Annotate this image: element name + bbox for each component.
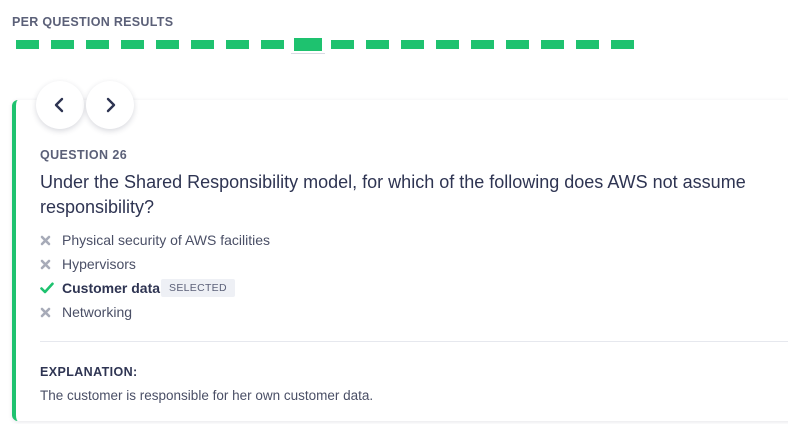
progress-segment-current[interactable] [291,38,325,54]
progress-segment[interactable] [86,40,109,49]
progress-segment[interactable] [226,40,249,49]
progress-segment[interactable] [471,40,494,49]
explanation-label: EXPLANATION: [40,365,138,379]
progress-segment[interactable] [156,40,179,49]
answer-label: Networking [62,304,133,320]
chevron-right-icon [106,97,116,113]
answer-option: Customer data SELECTED [40,276,270,300]
progress-segment[interactable] [191,40,214,49]
answer-label: Physical security of AWS facilities [62,232,270,248]
progress-segment[interactable] [331,40,354,49]
progress-segment[interactable] [121,40,144,49]
chevron-left-icon [54,97,64,113]
progress-segment[interactable] [401,40,424,49]
progress-segment[interactable] [611,40,634,49]
progress-segment[interactable] [506,40,529,49]
question-number: QUESTION 26 [40,148,128,162]
answer-label: Hypervisors [62,256,136,272]
selected-badge: SELECTED [161,279,235,297]
cross-icon [40,235,58,246]
question-results-page: PER QUESTION RESULTS QUESTION 26 Under t… [0,0,788,424]
answer-option: Networking [40,300,270,324]
previous-question-button[interactable] [36,81,84,129]
check-icon [40,282,58,294]
progress-segment[interactable] [576,40,599,49]
progress-segment[interactable] [16,40,39,49]
explanation-text: The customer is responsible for her own … [40,388,374,403]
progress-segment[interactable] [261,40,284,49]
progress-segment[interactable] [366,40,389,49]
answer-list: Physical security of AWS facilities Hyper… [40,228,270,324]
progress-segment[interactable] [436,40,459,49]
cross-icon [40,259,58,270]
answer-option: Physical security of AWS facilities [40,228,270,252]
answer-option: Hypervisors [40,252,270,276]
section-title: PER QUESTION RESULTS [12,15,174,29]
next-question-button[interactable] [86,81,134,129]
progress-segment[interactable] [541,40,564,49]
question-text: Under the Shared Responsibility model, f… [40,172,746,217]
divider [40,341,788,342]
cross-icon [40,307,58,318]
answer-label: Customer data [62,280,161,296]
progress-segment[interactable] [51,40,74,49]
